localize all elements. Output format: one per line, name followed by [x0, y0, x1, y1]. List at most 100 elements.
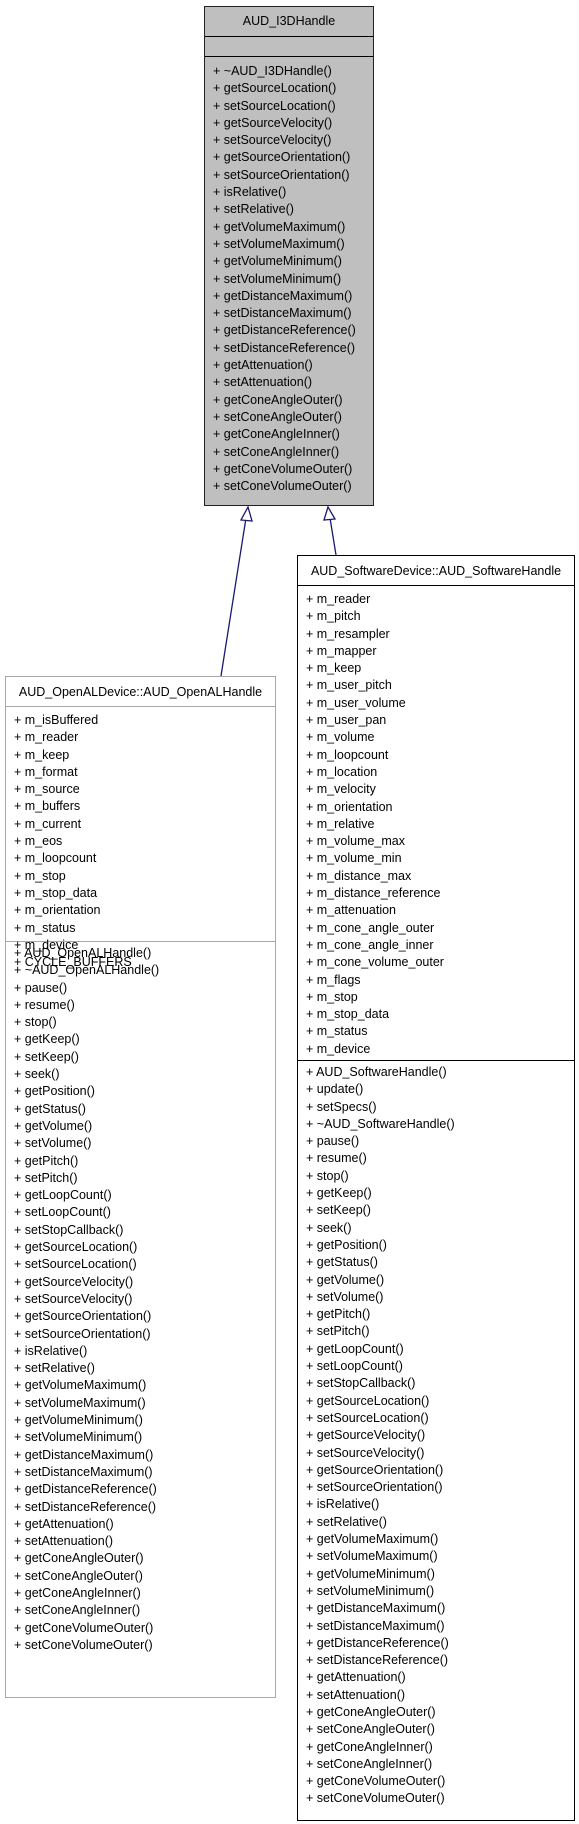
attribute-item: + m_loopcount [14, 851, 97, 866]
class-title: AUD_I3DHandle [205, 7, 373, 37]
attribute-item: + m_mapper [306, 643, 377, 658]
attribute-item: + m_reader [306, 592, 371, 606]
method-item: + setConeVolumeOuter() [213, 479, 352, 494]
method-item: + setAttenuation() [213, 375, 313, 390]
attribute-item: + m_loopcount [306, 747, 389, 762]
attribute-item: + m_source [14, 782, 80, 797]
method-item: + setKeep() [14, 1049, 79, 1064]
method-item: + setSourceVelocity() [306, 1445, 425, 1460]
method-item: + update() [306, 1082, 364, 1097]
method-item: + setConeAngleInner() [14, 1603, 141, 1618]
method-item: + setVolume() [14, 1136, 92, 1151]
method-item: + setConeVolumeOuter() [306, 1791, 445, 1806]
method-item: + getConeAngleOuter() [14, 1551, 144, 1566]
method-item: + getDistanceMaximum() [213, 288, 353, 303]
method-item: + ~AUD_SoftwareHandle() [306, 1116, 455, 1131]
method-item: + setStopCallback() [306, 1376, 416, 1391]
attribute-item: + m_eos [14, 834, 63, 849]
method-item: + getStatus() [306, 1255, 378, 1270]
method-item: + stop() [14, 1015, 57, 1030]
method-item: + getLoopCount() [14, 1188, 112, 1203]
method-item: + getSourceOrientation() [306, 1462, 444, 1477]
class-title: AUD_SoftwareDevice::AUD_SoftwareHandle [298, 556, 574, 586]
method-item: + isRelative() [14, 1343, 88, 1358]
attribute-item: + m_user_pan [306, 713, 387, 728]
method-item: + getVolumeMaximum() [14, 1378, 147, 1393]
attribute-item: + m_reader [14, 730, 79, 745]
attribute-item: + m_flags [306, 972, 361, 987]
attribute-item: + m_stop [306, 989, 358, 1004]
class-aud-openalhandle[interactable]: AUD_OpenALDevice::AUD_OpenALHandle + m_i… [5, 676, 276, 1698]
method-item: + setLoopCount() [306, 1359, 403, 1374]
method-item: + getConeVolumeOuter() [306, 1774, 446, 1789]
method-item: + getConeAngleInner() [306, 1739, 433, 1754]
edge-software-to-base [329, 517, 337, 556]
attribute-item: + m_current [14, 816, 82, 831]
method-item: + getDistanceReference() [14, 1482, 157, 1497]
attribute-item: + m_cone_angle_inner [306, 937, 434, 952]
method-item: + getVolumeMinimum() [14, 1413, 143, 1428]
method-item: + getSourceLocation() [306, 1393, 430, 1408]
method-item: + getPosition() [14, 1084, 95, 1099]
method-item: + setPitch() [14, 1170, 78, 1185]
attribute-item: + m_stop_data [14, 885, 98, 900]
method-item: + AUD_SoftwareHandle() [306, 1065, 447, 1079]
method-item: + getKeep() [14, 1032, 80, 1047]
class-aud-i3dhandle[interactable]: AUD_I3DHandle + ~AUD_I3DHandle() + getSou… [204, 6, 374, 506]
attribute-item: + m_buffers [14, 799, 81, 814]
method-item: + getConeAngleInner() [14, 1585, 141, 1600]
method-item: + isRelative() [306, 1497, 380, 1512]
method-item: + getVolume() [306, 1272, 385, 1287]
method-item: + setConeAngleOuter() [14, 1568, 143, 1583]
method-item: + getSourceVelocity() [14, 1274, 134, 1289]
method-item: + setVolumeMinimum() [14, 1430, 143, 1445]
attribute-item: + m_orientation [306, 799, 393, 814]
method-item: + getAttenuation() [306, 1670, 406, 1685]
method-item: + getSourceLocation() [14, 1240, 138, 1255]
method-item: + setVolume() [306, 1289, 384, 1304]
method-item: + getPitch() [306, 1307, 371, 1322]
method-item: + getSourceOrientation() [14, 1309, 152, 1324]
method-item: + getDistanceMaximum() [306, 1601, 446, 1616]
method-item: + setDistanceMaximum() [306, 1618, 445, 1633]
method-item: + stop() [306, 1168, 349, 1183]
attribute-item: + m_volume_max [306, 834, 405, 849]
attribute-item: + m_format [14, 764, 78, 779]
method-item: + setVolumeMinimum() [213, 271, 342, 286]
method-item: + resume() [14, 997, 75, 1012]
method-item: + setAttenuation() [14, 1534, 114, 1549]
attribute-item: + m_cone_angle_outer [306, 920, 435, 935]
method-item: + setStopCallback() [14, 1222, 124, 1237]
attribute-item: + m_status [306, 1024, 368, 1039]
class-aud-softwarehandle[interactable]: AUD_SoftwareDevice::AUD_SoftwareHandle +… [297, 555, 575, 1821]
method-item: + setConeAngleInner() [213, 444, 340, 459]
attribute-item: + m_user_pitch [306, 678, 392, 693]
method-item: + setConeAngleOuter() [213, 409, 342, 424]
attribute-item: + m_stop [14, 868, 66, 883]
method-item: + getPitch() [14, 1153, 79, 1168]
attribute-item: + m_cone_volume_outer [306, 955, 444, 970]
method-item: + setDistanceMaximum() [14, 1464, 153, 1479]
method-item: + setAttenuation() [306, 1687, 406, 1702]
method-item: + getAttenuation() [213, 358, 313, 373]
methods-section: + ~AUD_I3DHandle() + getSourceLocation() +… [205, 57, 373, 498]
method-item: + getVolumeMaximum() [213, 219, 346, 234]
method-item: + getPosition() [306, 1237, 387, 1252]
method-item: + getAttenuation() [14, 1516, 114, 1531]
method-item: + setDistanceReference() [14, 1499, 157, 1514]
method-item: + seek() [306, 1220, 352, 1235]
methods-section: + AUD_OpenALHandle() + ~AUD_OpenALHandle(… [6, 942, 275, 1657]
method-item: + getConeAngleOuter() [213, 392, 343, 407]
method-item: + getLoopCount() [306, 1341, 404, 1356]
method-item: + setSpecs() [306, 1099, 377, 1114]
method-item: + setPitch() [306, 1324, 370, 1339]
method-item: + setVolumeMaximum() [213, 236, 345, 251]
method-item: + setVolumeMaximum() [14, 1395, 146, 1410]
attributes-section: + m_reader + m_pitch + m_resampler + m_mapp… [298, 586, 574, 1061]
attribute-item: + m_distance_reference [306, 886, 441, 901]
method-item: + getSourceVelocity() [213, 115, 333, 130]
method-item: + setSourceVelocity() [213, 133, 332, 148]
methods-section: + AUD_SoftwareHandle() + update() + setSpe… [298, 1061, 574, 1811]
attribute-item: + m_user_volume [306, 695, 406, 710]
method-item: + setRelative() [14, 1361, 95, 1376]
